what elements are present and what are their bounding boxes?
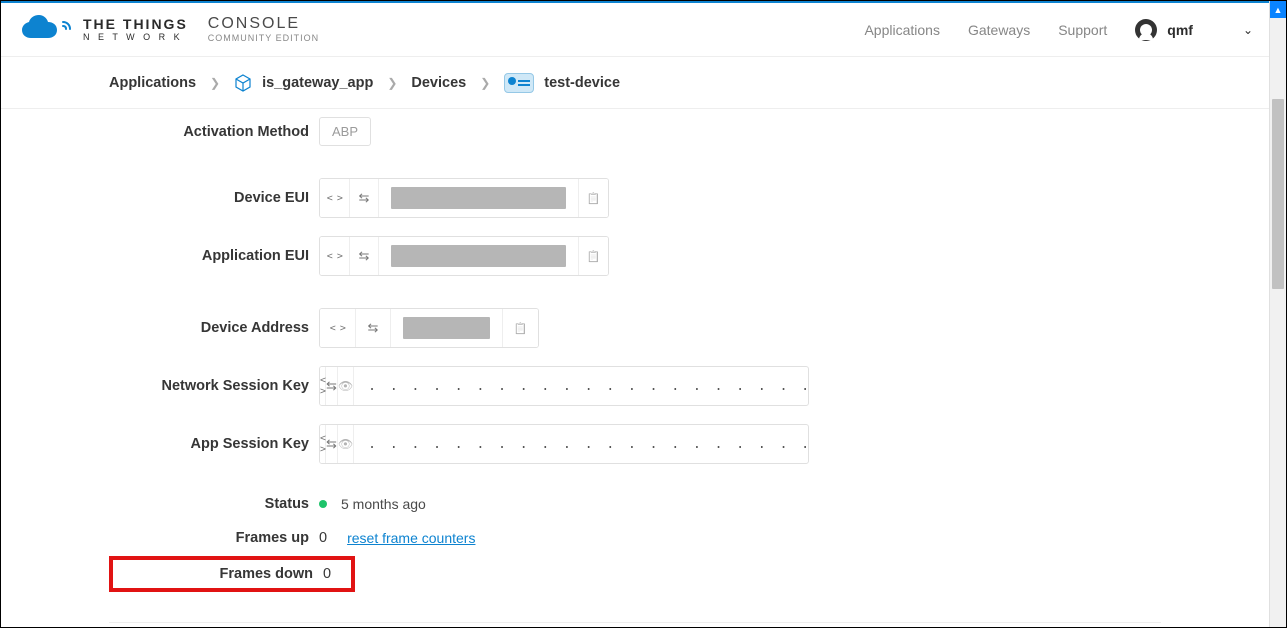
console-line1: CONSOLE (208, 16, 319, 32)
frames-up-value: 0 (319, 530, 327, 546)
logo-cloud-icon (17, 14, 73, 46)
application-eui-box (319, 236, 609, 276)
app-icon (234, 74, 252, 92)
brand-line2: N E T W O R K (83, 33, 188, 42)
nwk-session-key-value: . . . . . . . . . . . . . . . . . . . . … (354, 379, 809, 394)
app-session-key-value: . . . . . . . . . . . . . . . . . . . . … (354, 437, 809, 452)
nav-user-menu[interactable]: qmf ⌄ (1135, 19, 1253, 41)
application-eui-label: Application EUI (109, 248, 319, 264)
activation-method-label: Activation Method (109, 124, 319, 140)
byte-swap-icon[interactable] (326, 367, 338, 405)
chevron-right-icon: ❯ (480, 76, 490, 90)
toggle-hex-icon[interactable] (320, 237, 350, 275)
copy-icon[interactable] (502, 309, 538, 347)
reveal-icon[interactable] (338, 367, 354, 405)
byte-swap-icon[interactable] (326, 425, 338, 463)
nwk-session-key-label: Network Session Key (109, 378, 319, 394)
scrollbar-thumb[interactable] (1272, 99, 1284, 289)
chevron-down-icon: ⌄ (1243, 23, 1253, 37)
activation-method-value: ABP (319, 117, 371, 146)
crumb-devices[interactable]: Devices (411, 75, 466, 91)
app-session-key-label: App Session Key (109, 436, 319, 452)
status-label: Status (109, 496, 319, 512)
device-eui-label: Device EUI (109, 190, 319, 206)
username: qmf (1167, 22, 1193, 38)
console-text: CONSOLE COMMUNITY EDITION (208, 16, 319, 43)
scrollbar[interactable]: ▲ (1269, 1, 1286, 627)
device-address-label: Device Address (109, 320, 319, 336)
application-eui-value (391, 245, 566, 267)
frames-up-label: Frames up (109, 530, 319, 546)
scroll-up-icon[interactable]: ▲ (1270, 1, 1286, 18)
copy-icon[interactable] (578, 179, 608, 217)
console-line2: COMMUNITY EDITION (208, 34, 319, 43)
top-nav: THE THINGS N E T W O R K CONSOLE COMMUNI… (1, 1, 1269, 57)
reset-frame-counters-link[interactable]: reset frame counters (347, 530, 475, 546)
status-dot-icon (319, 500, 327, 508)
status-value: 5 months ago (341, 496, 426, 512)
device-eui-value (391, 187, 566, 209)
device-eui-box (319, 178, 609, 218)
device-address-value (403, 317, 490, 339)
reveal-icon[interactable] (338, 425, 354, 463)
chevron-right-icon: ❯ (387, 76, 397, 90)
frames-down-label: Frames down (121, 566, 323, 582)
crumb-applications[interactable]: Applications (109, 75, 196, 91)
nav-support[interactable]: Support (1058, 22, 1107, 38)
divider (109, 622, 1161, 623)
toggle-hex-icon[interactable] (320, 309, 356, 347)
byte-swap-icon[interactable] (350, 237, 380, 275)
device-icon (504, 73, 534, 93)
byte-swap-icon[interactable] (350, 179, 380, 217)
crumb-app-name[interactable]: is_gateway_app (262, 75, 373, 91)
device-address-box (319, 308, 539, 348)
app-session-key-box: . . . . . . . . . . . . . . . . . . . . … (319, 424, 809, 464)
chevron-right-icon: ❯ (210, 76, 220, 90)
brand-line1: THE THINGS (83, 17, 188, 31)
byte-swap-icon[interactable] (356, 309, 392, 347)
frames-down-highlight: Frames down 0 (109, 556, 355, 592)
brand-text: THE THINGS N E T W O R K (83, 17, 188, 42)
avatar-icon (1135, 19, 1157, 41)
nav-applications[interactable]: Applications (864, 22, 940, 38)
breadcrumb: Applications ❯ is_gateway_app ❯ Devices … (1, 57, 1269, 109)
nwk-session-key-box: . . . . . . . . . . . . . . . . . . . . … (319, 366, 809, 406)
copy-icon[interactable] (578, 237, 608, 275)
device-form: Activation Method ABP Device EUI (109, 109, 1161, 623)
frames-down-value: 0 (323, 566, 331, 582)
crumb-device-name[interactable]: test-device (544, 75, 620, 91)
toggle-hex-icon[interactable] (320, 179, 350, 217)
nav-gateways[interactable]: Gateways (968, 22, 1030, 38)
